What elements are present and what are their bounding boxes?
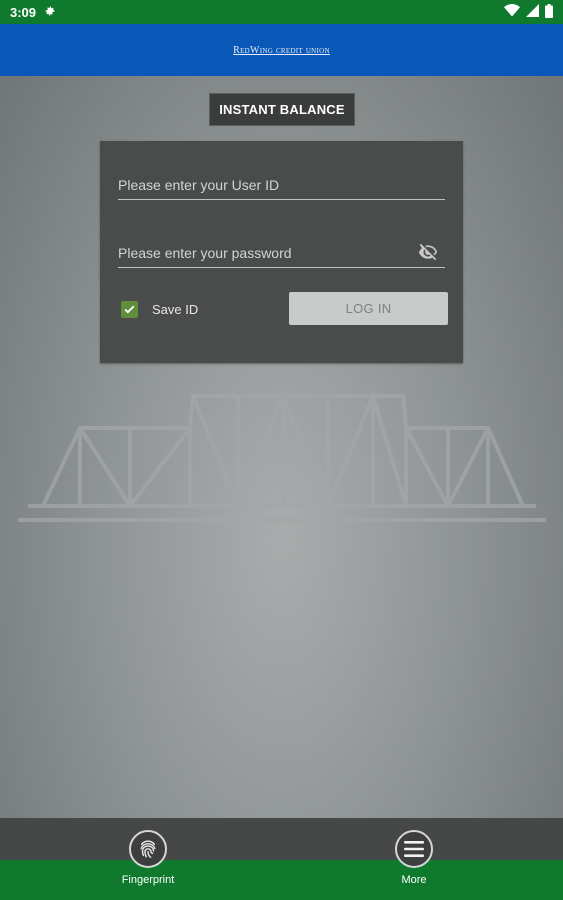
user-id-field[interactable]: Please enter your User ID [118,170,445,200]
checkmark-icon [124,305,135,314]
password-placeholder: Please enter your password [118,244,292,261]
nav-fingerprint-label: Fingerprint [121,874,175,886]
nav-fingerprint[interactable]: Fingerprint [98,830,198,886]
fingerprint-icon [140,840,156,858]
status-bar: 3:09 [0,0,563,24]
user-id-placeholder: Please enter your User ID [118,176,280,193]
save-id-checkbox[interactable] [121,301,138,318]
bottom-navigation: Fingerprint More [0,818,563,900]
battery-icon [545,3,553,21]
brand-logo: RedWing credit union [233,44,330,56]
status-time: 3:09 [10,4,37,20]
wifi-icon [504,4,520,20]
app-header: RedWing credit union [0,24,563,76]
password-field[interactable]: Please enter your password [118,238,445,268]
signal-icon [526,4,539,20]
log-in-button[interactable]: LOG IN [289,292,448,325]
visibility-off-icon[interactable] [417,242,439,262]
menu-icon [404,841,424,857]
instant-balance-button[interactable]: INSTANT BALANCE [209,93,355,126]
settings-icon [44,5,56,20]
nav-more[interactable]: More [364,830,464,886]
save-id-label: Save ID [152,302,199,317]
bridge-watermark [18,390,546,522]
nav-more-label: More [401,874,427,886]
save-id-row: Save ID [121,301,198,318]
